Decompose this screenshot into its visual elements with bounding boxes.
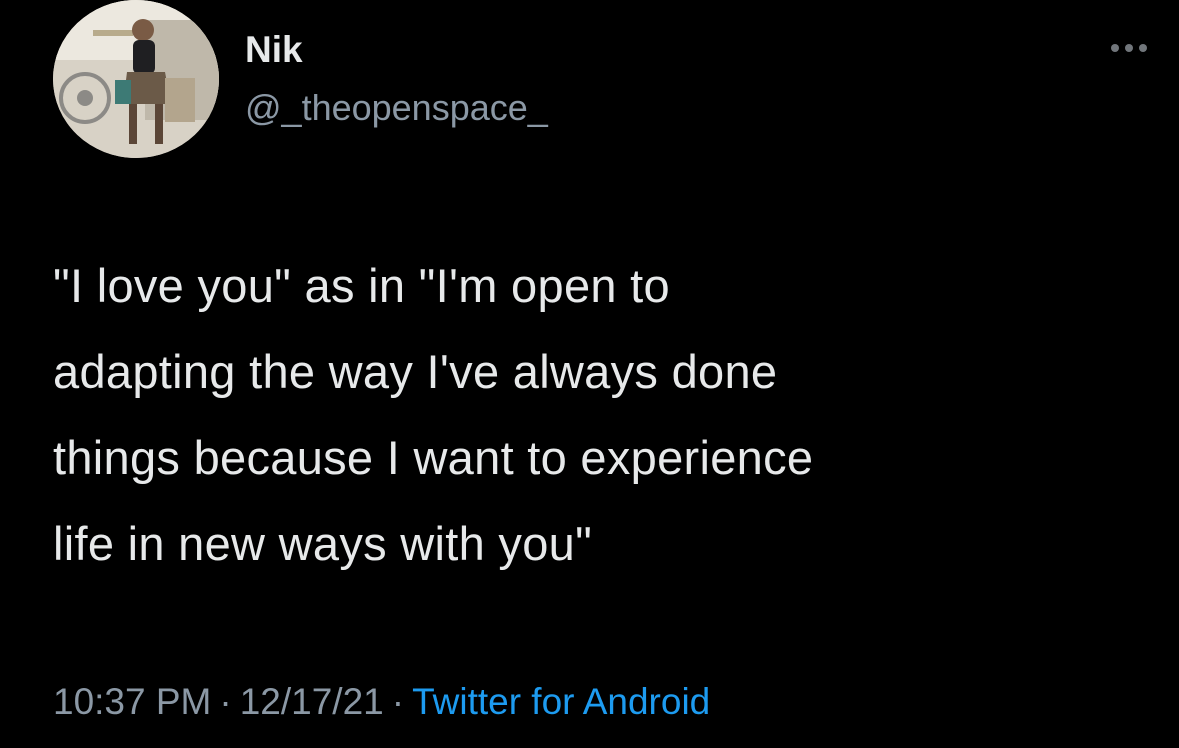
tweet-date[interactable]: 12/17/21 [240, 681, 384, 722]
tweet-text-line: adapting the way I've always done [53, 345, 778, 398]
tweet-meta: 10:37 PM · 12/17/21 · Twitter for Android [53, 672, 710, 732]
more-dots-icon [1139, 44, 1147, 52]
tweet-text: "I love you" as in "I'm open to adapting… [53, 243, 1163, 587]
meta-separator: · [391, 681, 405, 722]
tweet-time[interactable]: 10:37 PM [53, 681, 211, 722]
avatar[interactable] [53, 0, 219, 158]
tweet-text-line: things because I want to experience [53, 431, 814, 484]
meta-separator: · [219, 681, 232, 722]
tweet-card: Nik @_theopenspace_ "I love you" as in "… [0, 0, 1179, 748]
tweet-text-line: "I love you" as in "I'm open to [53, 259, 670, 312]
display-name[interactable]: Nik [245, 28, 303, 72]
more-dots-icon [1125, 44, 1133, 52]
more-dots-icon [1111, 44, 1119, 52]
avatar-photo [53, 0, 219, 158]
tweet-text-line: life in new ways with you" [53, 517, 593, 570]
more-options-button[interactable] [1099, 28, 1159, 68]
user-handle[interactable]: @_theopenspace_ [245, 86, 548, 130]
tweet-source-link[interactable]: Twitter for Android [412, 681, 710, 722]
